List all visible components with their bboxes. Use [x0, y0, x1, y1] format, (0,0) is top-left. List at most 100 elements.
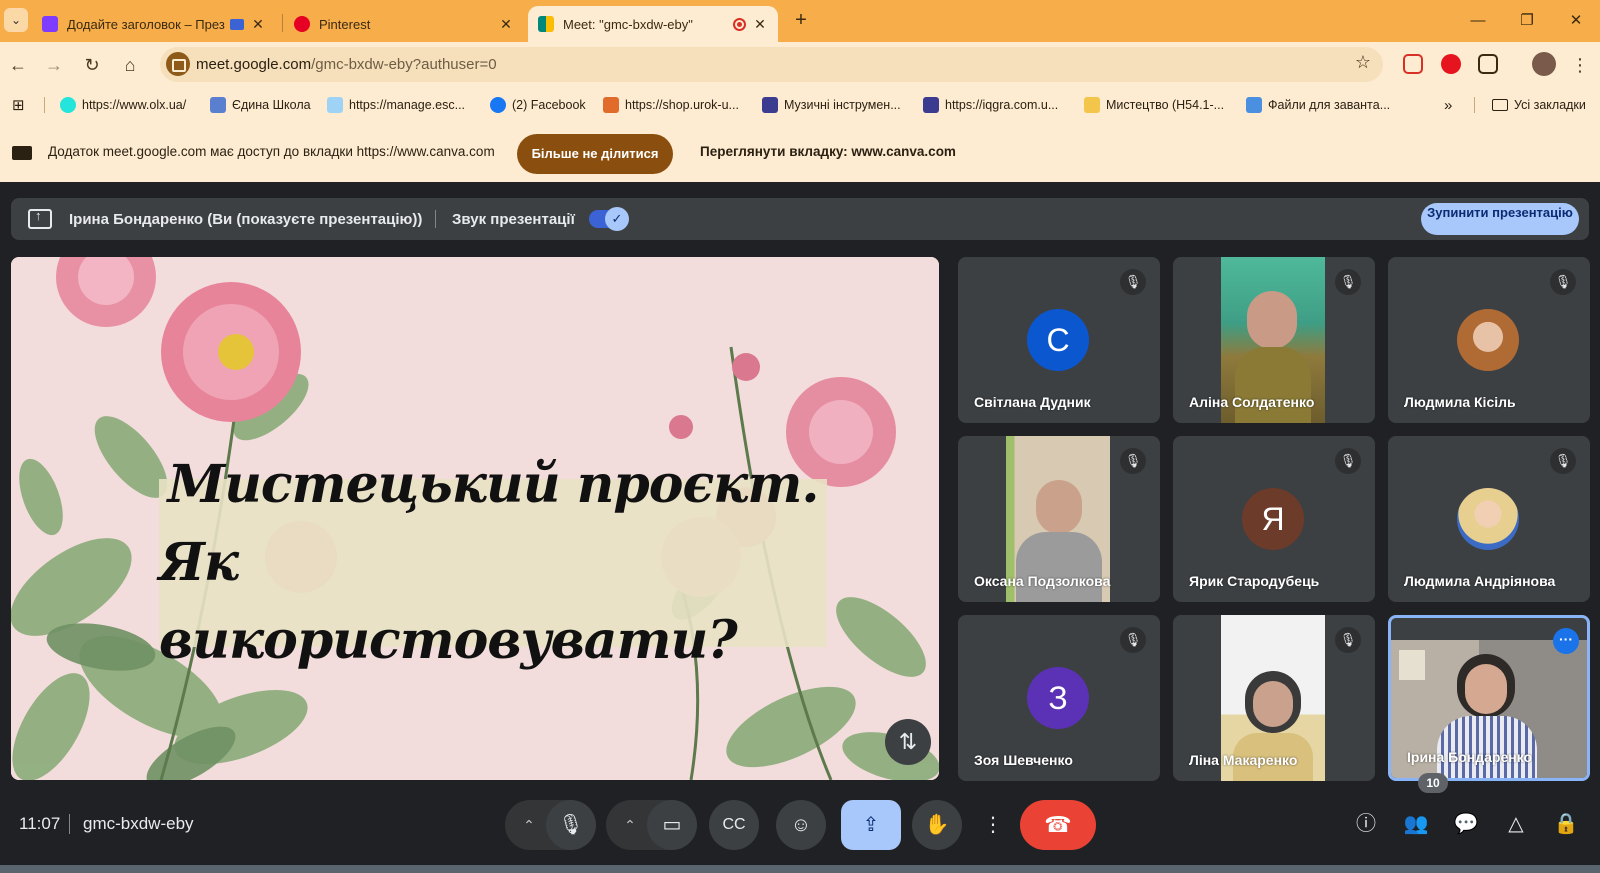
- self-participant-tile[interactable]: ··· Ірина Бондаренко: [1388, 615, 1590, 781]
- presentation-audio-toggle[interactable]: [589, 207, 629, 231]
- stop-sharing-button[interactable]: Більше не ділитися: [517, 134, 673, 174]
- tab-search-button[interactable]: ⌄: [4, 8, 28, 32]
- music-icon: [762, 97, 778, 113]
- forward-button[interactable]: →: [40, 51, 68, 79]
- site-info-icon[interactable]: [166, 52, 190, 76]
- participant-tile[interactable]: Я 🎙 Ярик Стародубець: [1173, 436, 1375, 602]
- divider: [69, 814, 70, 834]
- presenting-label: Ірина Бондаренко (Ви (показуєте презента…: [69, 211, 423, 228]
- restore-button[interactable]: ❐: [1505, 8, 1549, 34]
- facebook-icon: [490, 97, 506, 113]
- participant-photo: [1457, 488, 1519, 550]
- raise-hand-button[interactable]: ✋: [912, 800, 962, 850]
- participant-tile[interactable]: 🎙 Оксана Подзолкова: [958, 436, 1160, 602]
- participant-name: Світлана Дудник: [974, 394, 1091, 410]
- participant-tile[interactable]: 🎙 Людмила Кісіль: [1388, 257, 1590, 423]
- folder-icon: [1492, 99, 1508, 111]
- people-count-badge: 10: [1418, 773, 1448, 793]
- mic-muted-icon: 🎙: [1335, 627, 1361, 653]
- tab-sharing-infobar: Додаток meet.google.com має доступ до вк…: [0, 122, 1600, 182]
- bookmark-manage-esc[interactable]: https://manage.esc...: [327, 95, 465, 115]
- participant-name: Ліна Макаренко: [1189, 752, 1298, 768]
- extension-video-icon[interactable]: [1403, 54, 1423, 74]
- audio-settings-chevron-icon[interactable]: ⌃: [514, 800, 544, 850]
- captions-button[interactable]: CC: [709, 800, 759, 850]
- extensions-puzzle-icon[interactable]: [1478, 54, 1498, 74]
- bookmark-edyna-shkola[interactable]: Єдина Школа: [210, 95, 311, 115]
- bookmark-olx[interactable]: https://www.olx.ua/: [60, 95, 186, 115]
- video-settings-chevron-icon[interactable]: ⌃: [615, 800, 645, 850]
- mic-muted-icon: 🎙: [1335, 448, 1361, 474]
- presentation-slide: Мистецький проєкт. Як використовувати? ⇅: [11, 257, 939, 780]
- address-bar[interactable]: meet.google.com/gmc-bxdw-eby?authuser=0 …: [160, 47, 1383, 82]
- meeting-info-icon[interactable]: ⓘ: [1346, 804, 1386, 844]
- present-screen-icon: [28, 208, 52, 229]
- bookmark-mystetstvo[interactable]: Мистецтво (Н54.1-...: [1084, 95, 1224, 115]
- swap-layout-button[interactable]: ⇅: [885, 719, 931, 765]
- present-screen-button[interactable]: ⇪: [841, 800, 901, 850]
- screen-share-icon: [12, 146, 32, 160]
- participant-name: Зоя Шевченко: [974, 752, 1073, 768]
- slide-title: Мистецький проєкт. Як використовувати?: [159, 454, 827, 671]
- participant-avatar: С: [1027, 309, 1089, 371]
- participant-tile[interactable]: 🎙 Ліна Макаренко: [1173, 615, 1375, 781]
- leave-call-button[interactable]: ☎: [1020, 800, 1096, 850]
- profile-avatar[interactable]: [1532, 52, 1556, 76]
- participant-name: Ярик Стародубець: [1189, 573, 1320, 589]
- participant-tile[interactable]: 🎙 Людмила Андріянова: [1388, 436, 1590, 602]
- bookmarks-overflow-button[interactable]: »: [1444, 95, 1452, 115]
- participant-tile[interactable]: 🎙 Аліна Солдатенко: [1173, 257, 1375, 423]
- bookmark-facebook[interactable]: (2) Facebook: [490, 95, 586, 115]
- camera-button[interactable]: ▭: [647, 800, 697, 850]
- host-controls-icon[interactable]: 🔒: [1546, 804, 1586, 844]
- presentation-audio-label: Звук презентації: [452, 211, 575, 228]
- address-url: meet.google.com/gmc-bxdw-eby?authuser=0: [196, 56, 497, 73]
- os-taskbar-strip: [0, 865, 1600, 873]
- bookmark-music-instruments[interactable]: Музичні інструмен...: [762, 95, 901, 115]
- activities-icon[interactable]: △: [1496, 804, 1536, 844]
- bookmark-star-icon[interactable]: ☆: [1355, 52, 1371, 73]
- school-icon: [210, 97, 226, 113]
- chat-icon[interactable]: 💬: [1446, 804, 1486, 844]
- apps-grid-icon[interactable]: ⊞: [12, 95, 25, 115]
- tab-pinterest[interactable]: Pinterest ✕: [284, 6, 524, 42]
- reload-button[interactable]: ↻: [78, 51, 106, 79]
- tab-canva[interactable]: Додайте заголовок – През ✕: [32, 6, 276, 42]
- back-button[interactable]: ←: [4, 51, 32, 79]
- mic-muted-icon: 🎙: [1550, 448, 1576, 474]
- participant-tile[interactable]: С 🎙 Світлана Дудник: [958, 257, 1160, 423]
- people-icon[interactable]: 👥: [1396, 804, 1436, 844]
- tab-sharing-icon: [230, 18, 244, 30]
- more-options-button[interactable]: ⋮: [968, 800, 1018, 850]
- close-tab-icon[interactable]: ✕: [498, 16, 514, 33]
- home-button[interactable]: ⌂: [116, 51, 144, 79]
- close-window-button[interactable]: ✕: [1554, 8, 1598, 34]
- sharing-info-text: Додаток meet.google.com має доступ до вк…: [48, 144, 495, 159]
- all-bookmarks-button[interactable]: Усі закладки: [1492, 95, 1586, 115]
- pinterest-favicon-icon: [294, 16, 310, 32]
- more-options-icon[interactable]: ···: [1553, 628, 1579, 654]
- mic-muted-icon: 🎙: [1120, 269, 1146, 295]
- art-icon: [1084, 97, 1100, 113]
- microphone-button[interactable]: 🎙: [546, 800, 596, 850]
- bookmark-separator: [1474, 97, 1475, 113]
- emoji-reactions-button[interactable]: ☺: [776, 800, 826, 850]
- participant-name: Аліна Солдатенко: [1189, 394, 1315, 410]
- bookmark-shop-urok[interactable]: https://shop.urok-u...: [603, 95, 739, 115]
- bookmark-iqgra[interactable]: https://iqgra.com.u...: [923, 95, 1058, 115]
- slide-title-line-2: Як використовувати?: [159, 532, 738, 671]
- minimize-button[interactable]: —: [1456, 8, 1500, 34]
- bookmark-files[interactable]: Файли для завантa...: [1246, 95, 1390, 115]
- browser-menu-icon[interactable]: ⋮: [1566, 51, 1594, 79]
- new-tab-button[interactable]: +: [788, 8, 814, 34]
- stop-presenting-button[interactable]: Зупинити презентацію: [1421, 203, 1579, 235]
- opera-extension-icon[interactable]: [1441, 54, 1461, 74]
- tab-meet[interactable]: Meet: "gmc-bxdw-eby" ✕: [528, 6, 778, 42]
- mic-muted-icon: 🎙: [1550, 269, 1576, 295]
- participant-name: Оксана Подзолкова: [974, 573, 1111, 589]
- close-tab-icon[interactable]: ✕: [752, 16, 768, 33]
- participant-name: Людмила Андріянова: [1404, 573, 1556, 589]
- close-tab-icon[interactable]: ✕: [250, 16, 266, 33]
- participant-tile[interactable]: З 🎙 Зоя Шевченко: [958, 615, 1160, 781]
- view-shared-tab-link[interactable]: Переглянути вкладку: www.canva.com: [700, 144, 956, 159]
